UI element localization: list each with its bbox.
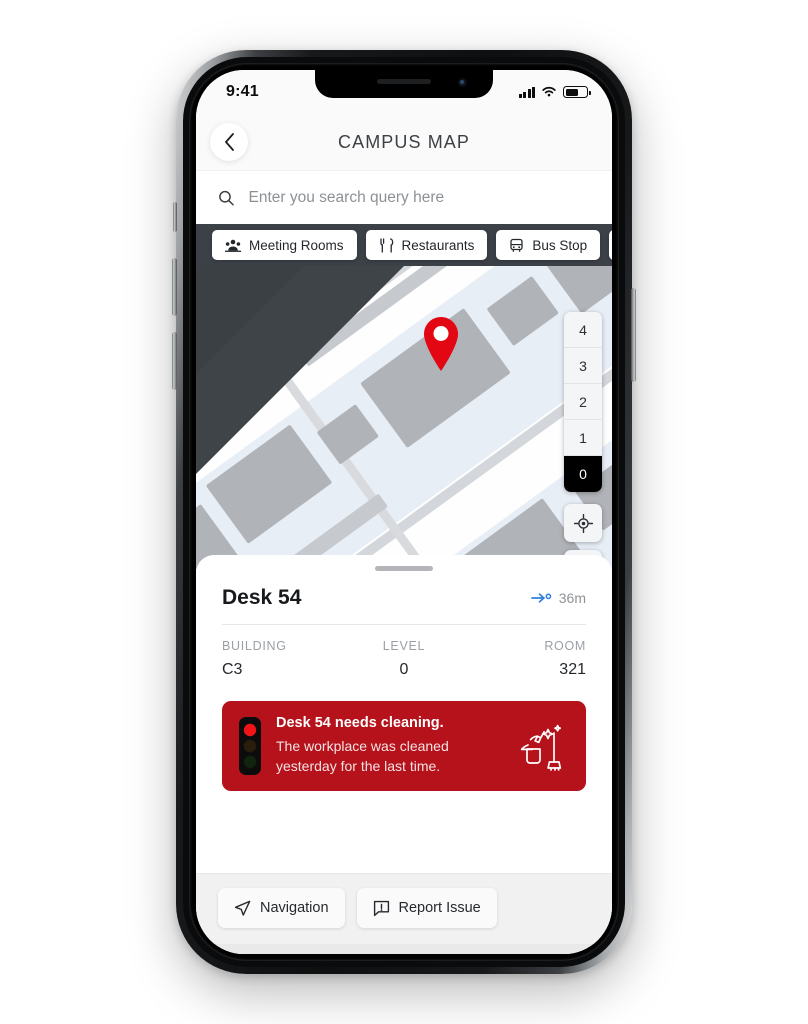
action-label: Navigation — [260, 900, 329, 916]
place-detail-sheet: Desk 54 36m BUILDING C3 LEVEL 0 ROOM 321… — [196, 555, 612, 954]
distance-value: 36m — [558, 590, 586, 606]
phone-screen: 9:41 CAMPUS MAP Enter you search query h… — [196, 70, 612, 954]
mute-switch-button[interactable] — [173, 202, 177, 232]
floor-option-2[interactable]: 2 — [564, 384, 602, 420]
route-arrow-icon — [530, 593, 552, 603]
map-filter-chips[interactable]: Meeting Rooms Restaurants Bus Stop — [196, 224, 612, 266]
floor-selector[interactable]: 4 3 2 1 0 — [564, 312, 602, 492]
front-camera-icon — [458, 78, 467, 87]
place-title: Desk 54 — [222, 586, 302, 609]
locate-me-button[interactable] — [564, 504, 602, 542]
volume-up-button[interactable] — [172, 258, 177, 316]
alert-title: Desk 54 needs cleaning. — [276, 715, 444, 731]
report-issue-icon — [373, 900, 389, 916]
cleaning-alert-banner: Desk 54 needs cleaning. The workplace wa… — [222, 701, 586, 791]
status-bar-icons — [518, 86, 591, 98]
chip-label: Restaurants — [401, 237, 475, 253]
meta-value: 0 — [399, 661, 409, 678]
bus-icon — [510, 238, 523, 252]
display-notch — [315, 70, 493, 98]
bottom-content-strip — [196, 944, 612, 954]
map-canvas[interactable] — [196, 224, 612, 569]
floor-option-1[interactable]: 1 — [564, 420, 602, 456]
chip-meeting-rooms[interactable]: Meeting Rooms — [212, 230, 357, 260]
navigation-arrow-icon — [234, 900, 251, 916]
alert-body: The workplace was cleaned yesterday for … — [276, 738, 449, 775]
people-group-icon — [225, 239, 241, 252]
alert-text-block: Desk 54 needs cleaning. The workplace wa… — [276, 715, 502, 777]
chevron-left-icon — [224, 133, 234, 151]
chip-label: Bus Stop — [532, 237, 588, 253]
meta-label: LEVEL — [382, 639, 426, 653]
page-title: CAMPUS MAP — [337, 131, 471, 152]
floor-option-3[interactable]: 3 — [564, 348, 602, 384]
search-icon — [219, 190, 234, 206]
report-issue-button[interactable]: Report Issue — [356, 888, 497, 928]
fork-knife-icon — [379, 237, 393, 253]
search-input[interactable] — [248, 188, 590, 207]
chip-restaurants[interactable]: Restaurants — [365, 230, 488, 260]
search-bar[interactable] — [196, 170, 612, 224]
meta-value: C3 — [222, 661, 243, 678]
floor-option-4[interactable]: 4 — [564, 312, 602, 348]
crosshair-locate-icon — [573, 513, 593, 533]
chip-overflow-partial[interactable] — [609, 230, 612, 260]
map-area[interactable]: Meeting Rooms Restaurants Bus Stop 4 3 2… — [196, 224, 612, 569]
earpiece-speaker — [377, 79, 431, 84]
meta-level: LEVEL 0 — [343, 639, 464, 679]
screenshot-root: 9:41 CAMPUS MAP Enter you search query h… — [0, 0, 808, 1024]
sheet-header: Desk 54 36m — [222, 571, 586, 624]
meta-value: 321 — [559, 661, 586, 678]
wifi-icon — [542, 86, 556, 97]
traffic-light-icon — [239, 716, 261, 775]
map-tiles — [196, 224, 612, 569]
power-button[interactable] — [631, 288, 636, 382]
meta-room: ROOM 321 — [465, 639, 586, 679]
meta-building: BUILDING C3 — [222, 639, 343, 679]
sheet-action-bar: Navigation Report Issue — [196, 873, 612, 944]
meta-label: BUILDING — [222, 639, 287, 653]
meta-label: ROOM — [544, 639, 586, 653]
map-pin-icon[interactable] — [420, 316, 462, 372]
navigation-button[interactable]: Navigation — [218, 888, 345, 928]
place-meta-grid: BUILDING C3 LEVEL 0 ROOM 321 — [222, 625, 586, 685]
app-header: CAMPUS MAP — [196, 114, 612, 170]
cellular-signal-icon — [518, 86, 535, 98]
action-label: Report Issue — [398, 900, 481, 916]
status-bar-clock: 9:41 — [226, 83, 259, 100]
cleaning-supplies-icon — [520, 724, 562, 771]
floor-option-0-selected[interactable]: 0 — [564, 456, 602, 492]
distance-indicator: 36m — [530, 590, 586, 606]
back-button[interactable] — [210, 123, 248, 161]
battery-icon — [563, 86, 591, 98]
chip-label: Meeting Rooms — [249, 237, 344, 253]
volume-down-button[interactable] — [172, 332, 177, 390]
chip-bus-stop[interactable]: Bus Stop — [496, 230, 601, 260]
